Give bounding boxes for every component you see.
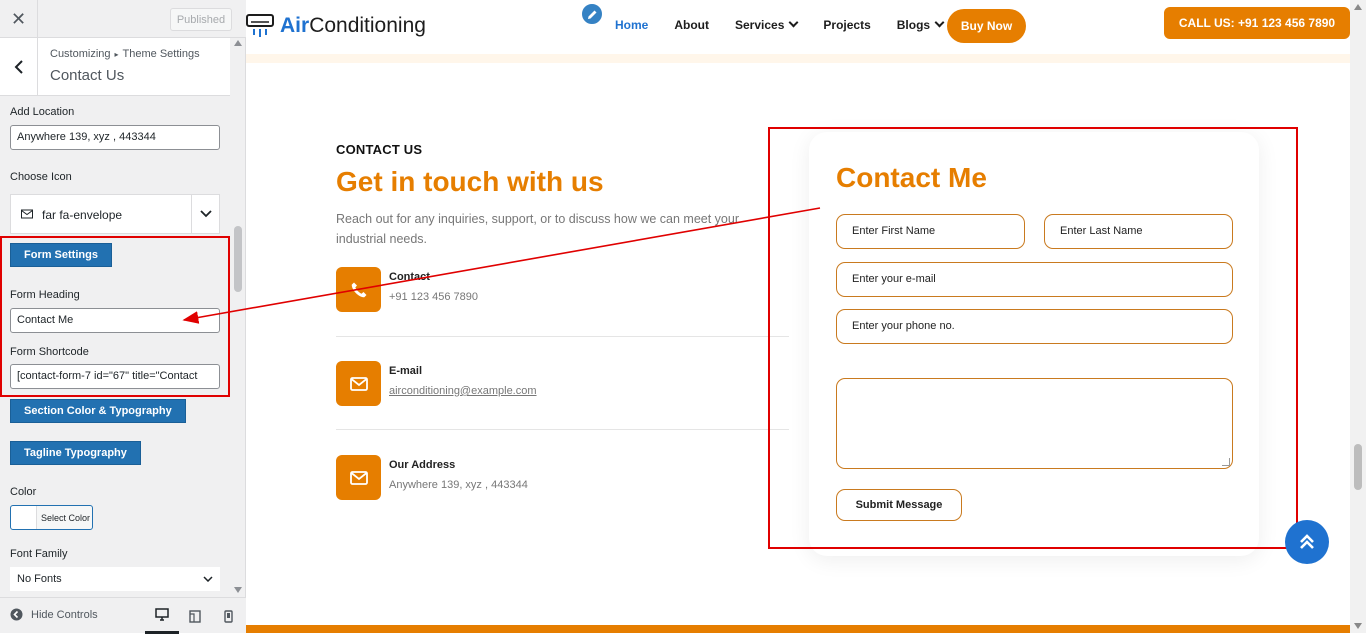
logo-accent-text: Air [280, 14, 310, 37]
color-swatch [11, 506, 37, 529]
nav-projects[interactable]: Projects [823, 18, 870, 32]
chevron-down-icon[interactable] [191, 195, 219, 233]
info-item-contact: Contact +91 123 456 7890 [336, 267, 789, 337]
double-chevron-up-icon [1300, 534, 1314, 549]
nav-about[interactable]: About [674, 18, 709, 32]
logo-rest-text: Conditioning [309, 14, 426, 37]
choose-icon-select[interactable]: far fa-envelope [10, 194, 220, 234]
breadcrumb-separator-icon: ▸ [114, 50, 119, 59]
buy-now-button[interactable]: Buy Now [947, 9, 1026, 43]
divider [336, 336, 789, 337]
nav-services[interactable]: Services [735, 18, 797, 32]
edit-shortcut-pencil-icon[interactable] [580, 2, 604, 26]
font-family-label: Font Family [10, 548, 68, 560]
scroll-to-top-button[interactable] [1285, 520, 1329, 564]
add-location-label: Add Location [10, 106, 75, 118]
contact-heading: Get in touch with us [336, 166, 604, 197]
info-value: +91 123 456 7890 [389, 291, 479, 303]
site-header: AirConditioning Home About Services Proj… [246, 0, 1350, 54]
form-heading-input[interactable]: Contact Me [10, 308, 220, 333]
scrollbar-thumb[interactable] [1354, 444, 1362, 490]
mobile-icon [223, 609, 233, 623]
section-color-typography-button[interactable]: Section Color & Typography [10, 399, 186, 423]
add-location-input[interactable]: Anywhere 139, xyz , 443344 [10, 125, 220, 150]
customizer-header: ✕ Published [0, 0, 246, 38]
air-conditioner-icon [246, 14, 274, 37]
breadcrumb: Customizing ▸ Theme Settings [50, 48, 200, 60]
main-nav: Home About Services Projects Blogs [615, 18, 943, 32]
mobile-preview-button[interactable] [211, 598, 245, 634]
phone-icon [336, 267, 381, 312]
divider [336, 429, 789, 430]
preview-scrollbar[interactable] [1350, 0, 1366, 633]
scroll-down-icon[interactable] [234, 587, 242, 593]
section-title: Contact Us [50, 67, 125, 84]
resize-grip-icon[interactable] [1222, 458, 1230, 466]
font-family-value: No Fonts [17, 573, 62, 585]
section-header: Customizing ▸ Theme Settings Contact Us [0, 38, 230, 96]
customizer-footer: Hide Controls [0, 597, 246, 634]
hide-controls-label: Hide Controls [31, 608, 98, 621]
info-title: E-mail [389, 365, 423, 377]
chevron-left-icon [14, 60, 23, 74]
header-strip [246, 54, 1350, 63]
message-textarea[interactable] [836, 378, 1233, 469]
choose-icon-label: Choose Icon [10, 171, 72, 183]
form-heading: Contact Me [836, 162, 987, 193]
chevron-down-icon [203, 576, 213, 582]
info-title: Contact [389, 271, 430, 283]
desktop-icon [155, 608, 169, 621]
tagline-typography-button[interactable]: Tagline Typography [10, 441, 141, 465]
site-logo[interactable]: AirConditioning [246, 12, 426, 40]
collapse-icon [10, 608, 23, 621]
close-icon[interactable]: ✕ [0, 0, 38, 38]
email-input[interactable]: Enter your e-mail [836, 262, 1233, 297]
contact-intro: Reach out for any inquiries, support, or… [336, 212, 739, 246]
sidebar-scrollbar[interactable] [231, 38, 245, 595]
logo-text: AirConditioning [280, 14, 426, 38]
envelope-icon [336, 455, 381, 500]
scroll-down-icon[interactable] [1354, 623, 1362, 629]
choose-icon-value: far fa-envelope [42, 208, 123, 222]
desktop-preview-button[interactable] [145, 598, 179, 634]
form-settings-button[interactable]: Form Settings [10, 243, 112, 267]
first-name-input[interactable]: Enter First Name [836, 214, 1025, 249]
info-title: Our Address [389, 459, 456, 471]
site-preview: AirConditioning Home About Services Proj… [246, 0, 1366, 633]
tablet-preview-button[interactable] [178, 598, 212, 634]
tablet-icon [189, 609, 201, 623]
hide-controls-button[interactable]: Hide Controls [10, 608, 98, 621]
contact-tagline: CONTACT US [336, 142, 423, 157]
form-shortcode-input[interactable]: [contact-form-7 id="67" title="Contact [10, 364, 220, 389]
customizer-sidebar: ✕ Published Customizing ▸ Theme Settings C… [0, 0, 246, 634]
breadcrumb-root: Customizing [50, 48, 111, 60]
nav-blogs[interactable]: Blogs [897, 18, 943, 32]
info-item-address: Our Address Anywhere 139, xyz , 443344 [336, 455, 789, 525]
scroll-up-icon[interactable] [1354, 4, 1362, 10]
color-label: Color [10, 486, 37, 498]
email-link[interactable]: airconditioning@example.com [389, 385, 537, 397]
select-color-button[interactable]: Select Color [10, 505, 93, 530]
info-item-email: E-mail airconditioning@example.com [336, 361, 789, 431]
form-heading-label: Form Heading [10, 289, 80, 301]
form-shortcode-label: Form Shortcode [10, 346, 89, 358]
last-name-input[interactable]: Enter Last Name [1044, 214, 1233, 249]
nav-home[interactable]: Home [615, 18, 648, 32]
breadcrumb-parent: Theme Settings [122, 48, 200, 60]
publish-button[interactable]: Published [170, 8, 232, 31]
back-button[interactable] [0, 38, 38, 96]
phone-input[interactable]: Enter your phone no. [836, 309, 1233, 344]
info-value: Anywhere 139, xyz , 443344 [389, 479, 528, 491]
footer-bar [246, 625, 1350, 633]
contact-form-card: Contact Me Enter First Name Enter Last N… [809, 132, 1259, 556]
envelope-icon [21, 209, 33, 219]
scrollbar-thumb[interactable] [234, 226, 242, 292]
submit-message-button[interactable]: Submit Message [836, 489, 962, 521]
font-family-select[interactable]: No Fonts [10, 567, 220, 591]
scroll-up-icon[interactable] [234, 40, 242, 46]
call-us-button[interactable]: CALL US: +91 123 456 7890 [1164, 7, 1350, 39]
envelope-icon [336, 361, 381, 406]
select-color-label: Select Color [41, 512, 91, 523]
